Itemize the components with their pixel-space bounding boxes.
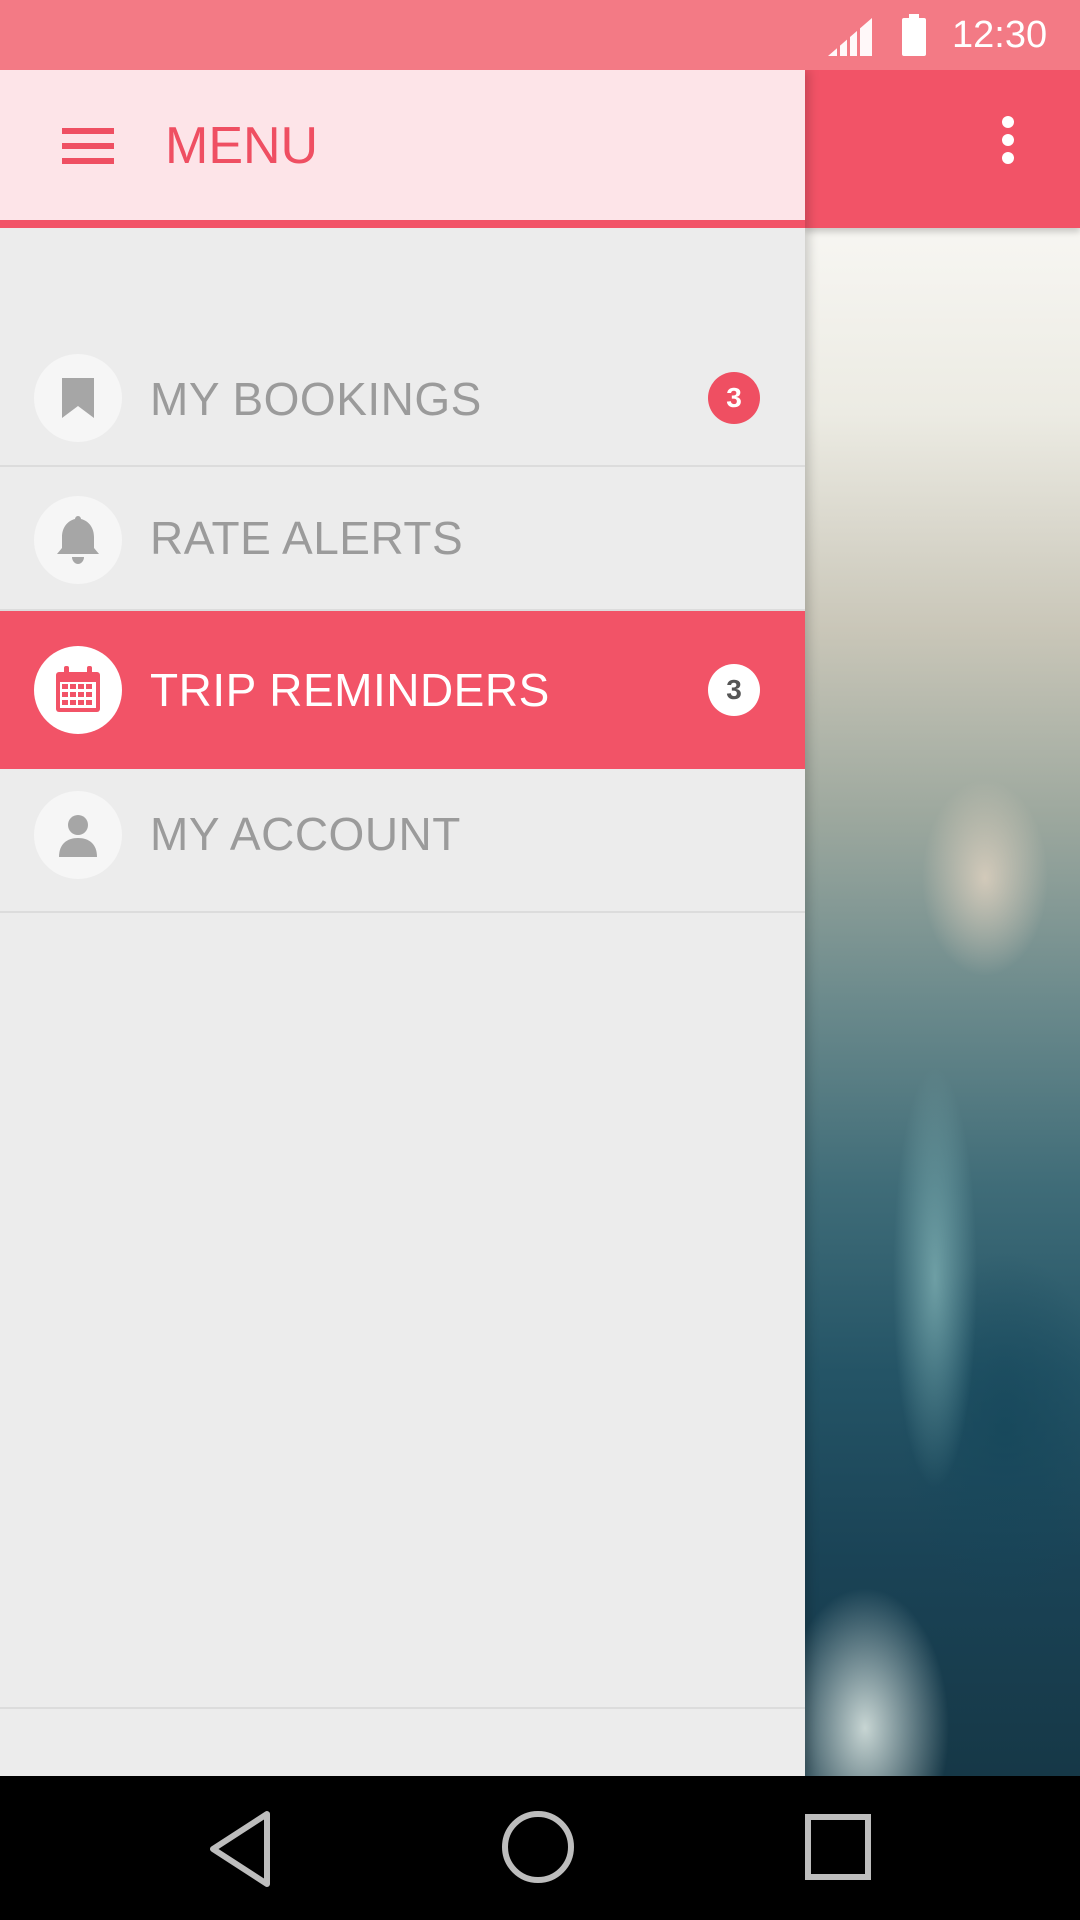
battery-icon xyxy=(902,14,926,56)
drawer-header: MENU xyxy=(0,70,805,220)
menu-item-icon-circle xyxy=(34,791,122,879)
bell-icon xyxy=(57,516,99,564)
menu-item-icon-circle xyxy=(34,496,122,584)
recents-icon[interactable] xyxy=(803,1812,873,1882)
hamburger-menu-icon[interactable] xyxy=(62,128,114,164)
menu-item-icon-circle xyxy=(34,354,122,442)
more-options-button[interactable] xyxy=(984,108,1032,172)
drawer-title: MENU xyxy=(165,117,319,175)
menu-item-my-bookings[interactable]: MY BOOKINGS 3 xyxy=(0,345,805,467)
person-icon xyxy=(59,815,97,857)
status-bar: 12:30 xyxy=(0,0,1080,70)
menu-item-icon-circle xyxy=(34,646,122,734)
system-navigation-bar xyxy=(0,1776,1080,1920)
count-badge: 3 xyxy=(708,664,760,716)
signal-icon xyxy=(828,18,872,56)
menu-item-label: MY BOOKINGS xyxy=(150,373,482,425)
divider xyxy=(0,1707,805,1709)
calendar-icon xyxy=(56,666,100,712)
app-bar xyxy=(805,70,1080,228)
menu-item-label: MY ACCOUNT xyxy=(150,808,461,860)
screen: 12:30 MENU MY BOOKINGS 3 RATE ALERTS TRI… xyxy=(0,0,1080,1920)
home-icon[interactable] xyxy=(500,1809,576,1885)
menu-item-my-account[interactable]: MY ACCOUNT xyxy=(0,769,805,913)
clock: 12:30 xyxy=(952,14,1048,56)
count-badge: 3 xyxy=(708,372,760,424)
background-photo xyxy=(805,228,1080,1776)
back-icon[interactable] xyxy=(205,1809,275,1889)
menu-item-label: TRIP REMINDERS xyxy=(150,664,550,716)
menu-item-label: RATE ALERTS xyxy=(150,512,464,564)
more-vert-icon xyxy=(1002,116,1014,128)
menu-item-trip-reminders[interactable]: TRIP REMINDERS 3 xyxy=(0,611,805,769)
navigation-drawer: MENU MY BOOKINGS 3 RATE ALERTS TRIP REMI… xyxy=(0,70,805,1776)
menu-item-rate-alerts[interactable]: RATE ALERTS xyxy=(0,467,805,611)
header-accent-line xyxy=(0,220,805,228)
bookmark-icon xyxy=(62,378,94,418)
